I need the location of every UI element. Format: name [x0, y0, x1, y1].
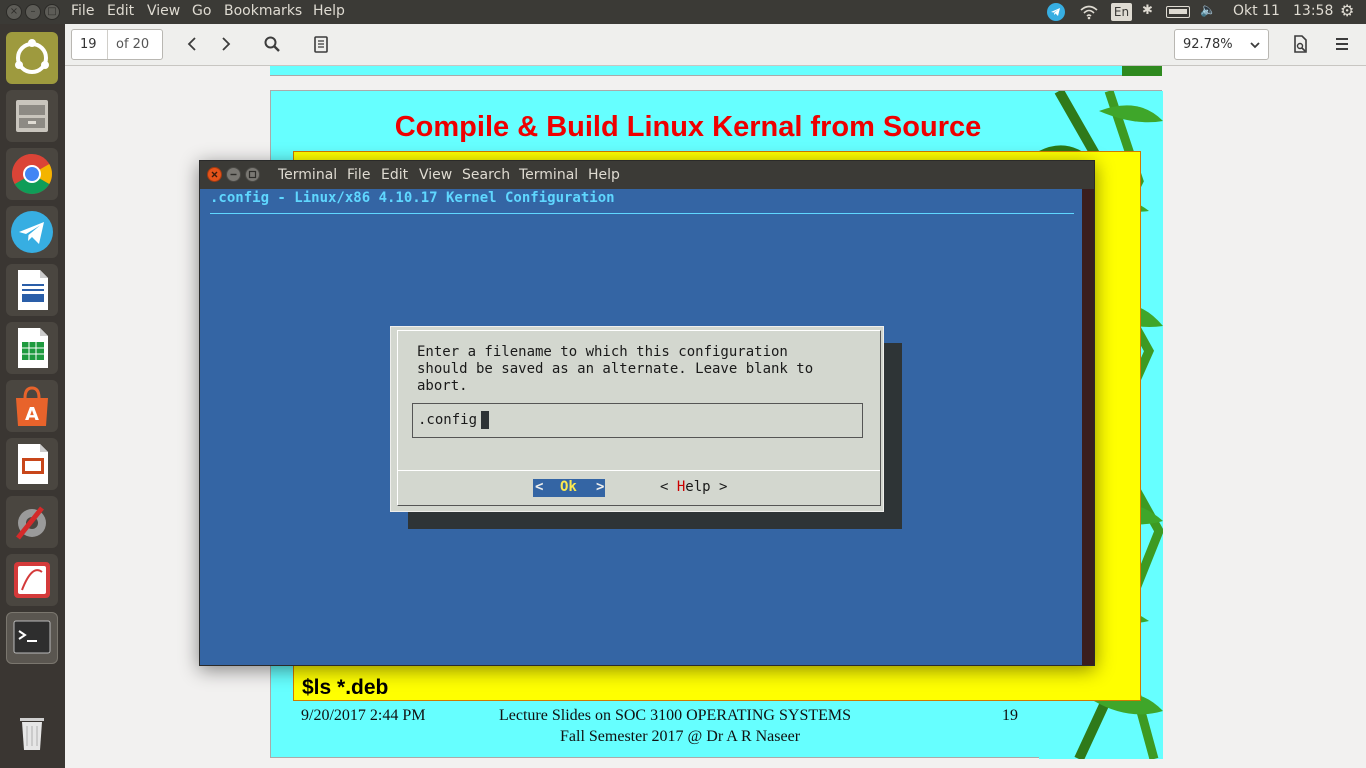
hamburger-menu-icon[interactable]: [1330, 32, 1354, 56]
slide-command-text: $ls *.deb: [302, 676, 389, 699]
window-minimize-button[interactable]: –: [25, 4, 41, 20]
terminal-maximize-button[interactable]: [245, 167, 260, 182]
clock-label[interactable]: 13:58: [1293, 3, 1333, 19]
dialog-message-line: Enter a filename to which this configura…: [417, 344, 788, 360]
telegram-tray-icon[interactable]: [1047, 3, 1065, 21]
previous-page: [270, 66, 1162, 76]
save-config-dialog: Enter a filename to which this configura…: [390, 326, 884, 512]
libreoffice-impress-icon[interactable]: [6, 438, 58, 490]
top-panel: × – □ File Edit View Go Bookmarks Help E…: [0, 0, 1366, 24]
header-divider: [210, 213, 1074, 214]
bluetooth-icon[interactable]: ✱: [1142, 3, 1153, 18]
trash-icon[interactable]: [6, 706, 58, 758]
ok-button-bracket: >: [596, 479, 605, 495]
slide-footer-date: 9/20/2017 2:44 PM: [301, 707, 426, 724]
telegram-icon[interactable]: [6, 206, 58, 258]
terminal-app-title: Terminal: [278, 167, 338, 183]
date-label[interactable]: Okt 11: [1233, 3, 1280, 19]
terminal-titlebar[interactable]: Terminal File Edit View Search Terminal …: [200, 161, 1094, 189]
bamboo-decoration: [1122, 66, 1162, 76]
search-icon[interactable]: [260, 32, 284, 56]
button-divider: [398, 470, 880, 471]
menu-bookmarks[interactable]: Bookmarks: [224, 3, 302, 19]
annotations-icon[interactable]: [309, 32, 333, 56]
libreoffice-writer-icon[interactable]: [6, 264, 58, 316]
software-center-icon[interactable]: A: [6, 380, 58, 432]
terminal-scrollbar[interactable]: [1082, 189, 1094, 665]
dialog-message-line: should be saved as an alternate. Leave b…: [417, 361, 814, 377]
chevron-down-icon: [1248, 37, 1262, 56]
slide-footer-course: Lecture Slides on SOC 3100 OPERATING SYS…: [499, 707, 852, 724]
page-selector: 19 of 20: [71, 29, 163, 60]
help-button-label: elp >: [685, 479, 728, 495]
document-toolbar: 19 of 20 92.78%: [65, 24, 1366, 66]
files-icon[interactable]: [6, 90, 58, 142]
terminal-window[interactable]: Terminal File Edit View Search Terminal …: [199, 160, 1095, 666]
terminal-menu-file[interactable]: File: [347, 167, 370, 183]
next-page-button[interactable]: [213, 32, 237, 56]
slide-footer-semester: Fall Semester 2017 @ Dr A R Naseer: [560, 728, 801, 745]
menu-edit[interactable]: Edit: [107, 3, 134, 19]
zoom-value: 92.78%: [1183, 37, 1233, 52]
ubuntu-dash-icon[interactable]: [6, 32, 58, 84]
terminal-menu-help[interactable]: Help: [588, 167, 620, 183]
zoom-select[interactable]: 92.78%: [1174, 29, 1269, 60]
document-properties-icon[interactable]: [1288, 32, 1312, 56]
terminal-menu-terminal[interactable]: Terminal: [519, 167, 578, 183]
system-settings-icon[interactable]: [6, 496, 58, 548]
volume-icon[interactable]: 🔈: [1200, 3, 1216, 18]
filename-input[interactable]: .config: [412, 403, 863, 438]
terminal-content[interactable]: .config - Linux/x86 4.10.17 Kernel Confi…: [200, 189, 1094, 665]
slide-title: Compile & Build Linux Kernal from Source: [394, 111, 982, 143]
chrome-icon[interactable]: [6, 148, 58, 200]
help-button[interactable]: < Help >: [660, 479, 727, 495]
window-maximize-button[interactable]: □: [44, 4, 60, 20]
svg-text:A: A: [25, 404, 39, 425]
ok-button[interactable]: < Ok >: [533, 479, 605, 497]
wifi-icon[interactable]: [1079, 4, 1099, 24]
terminal-menu-search[interactable]: Search: [462, 167, 510, 183]
power-gear-icon[interactable]: ⚙: [1340, 1, 1354, 20]
filename-input-value: .config: [418, 412, 478, 428]
ok-button-label: Ok: [560, 479, 577, 495]
previous-page-button[interactable]: [181, 32, 205, 56]
help-button-bracket: <: [660, 479, 677, 495]
kernel-config-header: .config - Linux/x86 4.10.17 Kernel Confi…: [210, 190, 615, 206]
document-viewer-icon[interactable]: [6, 554, 58, 606]
terminal-menu-edit[interactable]: Edit: [381, 167, 408, 183]
terminal-menu-view[interactable]: View: [419, 167, 452, 183]
window-close-button[interactable]: ×: [6, 4, 22, 20]
battery-icon[interactable]: [1166, 6, 1190, 18]
menu-help[interactable]: Help: [313, 3, 345, 19]
ok-button-bracket: <: [535, 479, 544, 495]
slide-footer-page: 19: [1002, 707, 1018, 724]
terminal-minimize-button[interactable]: [226, 167, 241, 182]
dialog-message-line: abort.: [417, 378, 468, 394]
menu-view[interactable]: View: [147, 3, 180, 19]
keyboard-layout-indicator[interactable]: En: [1111, 3, 1132, 21]
page-number-input[interactable]: 19: [72, 30, 108, 59]
launcher: A: [0, 24, 65, 768]
menu-file[interactable]: File: [71, 3, 94, 19]
menu-go[interactable]: Go: [192, 3, 211, 19]
libreoffice-calc-icon[interactable]: [6, 322, 58, 374]
terminal-icon[interactable]: [6, 612, 58, 664]
terminal-close-button[interactable]: [207, 167, 222, 182]
text-cursor: [481, 411, 489, 429]
page-total-label: of 20: [116, 37, 150, 52]
dialog-message: Enter a filename to which this configura…: [417, 344, 813, 395]
